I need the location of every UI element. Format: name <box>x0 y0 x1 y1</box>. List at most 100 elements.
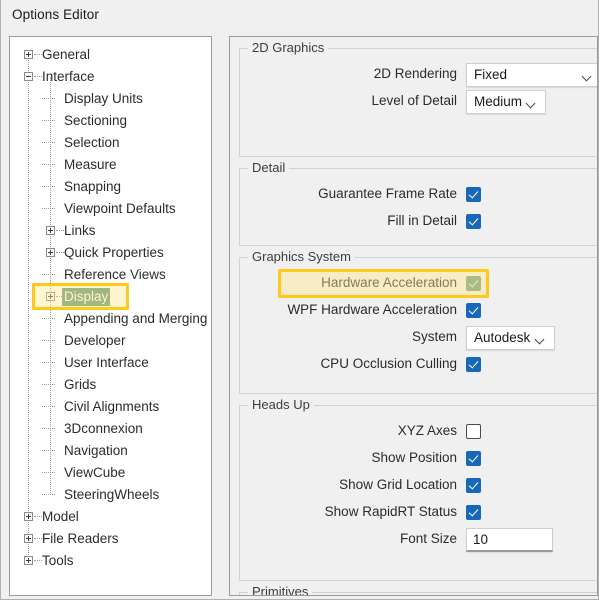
group-detail: Detail Guarantee Frame Rate Fill in Detail <box>239 160 598 246</box>
tree-item-general[interactable]: General <box>10 44 211 66</box>
tree-item-user-interface[interactable]: User Interface <box>10 352 211 374</box>
field-row: XYZ Axes <box>240 420 457 444</box>
group-graphics-system: Graphics System Hardware Acceleration WPF … <box>239 249 598 394</box>
group-heads-up: Heads Up XYZ Axes Show Position Show Grid L… <box>239 397 598 581</box>
tree-item-label: General <box>42 47 91 62</box>
tree-expand-icon[interactable] <box>24 50 33 59</box>
tree-connector-line <box>42 142 55 143</box>
tree-connector-line <box>42 450 55 451</box>
checkbox-show-grid-location[interactable] <box>466 478 481 493</box>
tree-item-file-readers[interactable]: File Readers <box>10 528 211 550</box>
tree-item-label: 3Dconnexion <box>64 421 143 436</box>
tree-item-label: Links <box>64 223 96 238</box>
field-label: Fill in Detail <box>387 213 457 228</box>
tree-item-interface[interactable]: Interface <box>10 66 211 88</box>
field-row: Show Grid Location <box>240 474 457 498</box>
checkbox-guarantee-frame-rate[interactable] <box>466 187 481 202</box>
tree-item-model[interactable]: Model <box>10 506 211 528</box>
tree-connector-line <box>42 472 55 473</box>
tree-connector-line <box>42 362 55 363</box>
checkbox-xyz-axes[interactable] <box>466 424 481 439</box>
tree-item-viewcube[interactable]: ViewCube <box>10 462 211 484</box>
checkbox-show-rapidrt-status[interactable] <box>466 505 481 520</box>
tree-item-quick-properties[interactable]: Quick Properties <box>10 242 211 264</box>
checkbox-wpf-hardware-acceleration[interactable] <box>466 303 481 318</box>
tree-item-label: Model <box>42 509 79 524</box>
tree-connector-line <box>42 428 55 429</box>
tree-item-links[interactable]: Links <box>10 220 211 242</box>
tree-item-viewpoint-defaults[interactable]: Viewpoint Defaults <box>10 198 211 220</box>
tree-item-label: Display Units <box>64 91 143 106</box>
tree-item-developer[interactable]: Developer <box>10 330 211 352</box>
tree-item-display-units[interactable]: Display Units <box>10 88 211 110</box>
tree-connector-line <box>42 318 55 319</box>
tree-connector-line <box>42 340 55 341</box>
field-label: Show Position <box>371 450 457 465</box>
tree-item-civil-alignments[interactable]: Civil Alignments <box>10 396 211 418</box>
dropdown-system[interactable]: Autodesk <box>466 326 555 350</box>
tree-item-reference-views[interactable]: Reference Views <box>10 264 211 286</box>
field-row: Show RapidRT Status <box>240 501 457 525</box>
field-label: 2D Rendering <box>373 66 457 81</box>
tree-connector-line <box>42 406 55 407</box>
tree-item-measure[interactable]: Measure <box>10 154 211 176</box>
tree-connector-line <box>42 98 55 99</box>
group-title: Primitives <box>248 584 313 595</box>
tree-item-label: Viewpoint Defaults <box>64 201 176 216</box>
tree-item-snapping[interactable]: Snapping <box>10 176 211 198</box>
checkbox-cpu-occlusion-culling[interactable] <box>466 357 481 372</box>
input-font-size[interactable]: 10 <box>466 528 553 552</box>
tree-expand-icon[interactable] <box>24 534 33 543</box>
group-title: Heads Up <box>248 397 314 412</box>
tree-item-sectioning[interactable]: Sectioning <box>10 110 211 132</box>
field-label: WPF Hardware Acceleration <box>287 302 457 317</box>
field-row: Fill in Detail <box>240 210 457 234</box>
tree-item-label: Reference Views <box>64 267 166 282</box>
field-row: Level of Detail <box>240 90 457 114</box>
tree-item-3dconnexion[interactable]: 3Dconnexion <box>10 418 211 440</box>
field-row: System <box>240 326 457 350</box>
tree-connector-line <box>42 384 55 385</box>
tree-connector-line <box>42 274 55 275</box>
field-label: Show Grid Location <box>339 477 457 492</box>
tree-item-navigation[interactable]: Navigation <box>10 440 211 462</box>
checkbox-fill-in-detail[interactable] <box>466 214 481 229</box>
tree-item-label: User Interface <box>64 355 149 370</box>
options-content-panel: 2D Graphics 2D Rendering Fixed Level of Det… <box>229 36 598 596</box>
field-row: CPU Occlusion Culling <box>240 353 457 377</box>
dropdown-value: Medium <box>474 94 523 109</box>
tree-collapse-icon[interactable] <box>24 72 33 81</box>
tree-expand-icon[interactable] <box>24 556 33 565</box>
chevron-down-icon[interactable] <box>527 100 535 108</box>
tree-item-display[interactable]: Display <box>10 286 211 308</box>
options-tree-panel[interactable]: General Interface Display Units Sectioning S… <box>9 36 212 596</box>
field-label: Guarantee Frame Rate <box>318 186 457 201</box>
window-titlebar: Options Editor <box>1 0 598 31</box>
tree-item-label: Quick Properties <box>64 245 164 260</box>
tree-item-tools[interactable]: Tools <box>10 550 211 572</box>
field-row: Font Size <box>240 528 457 552</box>
group-2d-graphics: 2D Graphics 2D Rendering Fixed Level of Det… <box>239 40 598 157</box>
tree-item-selection[interactable]: Selection <box>10 132 211 154</box>
field-row: WPF Hardware Acceleration <box>240 299 457 323</box>
tree-expand-icon[interactable] <box>46 248 55 257</box>
tree-connector-line <box>42 164 55 165</box>
dropdown-2d-rendering[interactable]: Fixed <box>466 63 598 87</box>
chevron-down-icon[interactable] <box>536 336 544 344</box>
options-editor-window: Options Editor General Interface Display U… <box>0 0 599 600</box>
tree-item-label: Appending and Merging <box>64 311 208 326</box>
group-primitives: Primitives <box>239 584 598 595</box>
tree-item-label: Navigation <box>64 443 128 458</box>
tree-item-grids[interactable]: Grids <box>10 374 211 396</box>
tree-item-steeringwheels[interactable]: SteeringWheels <box>10 484 211 506</box>
checkbox-show-position[interactable] <box>466 451 481 466</box>
tree-expand-icon[interactable] <box>46 292 55 301</box>
chevron-down-icon[interactable] <box>583 73 591 81</box>
field-row: Hardware Acceleration <box>240 272 457 296</box>
tree-expand-icon[interactable] <box>46 226 55 235</box>
dropdown-level-of-detail[interactable]: Medium <box>466 90 546 114</box>
tree-expand-icon[interactable] <box>24 512 33 521</box>
tree-item-label: Developer <box>64 333 126 348</box>
tree-item-appending-and-merging[interactable]: Appending and Merging <box>10 308 211 330</box>
checkbox-hardware-acceleration[interactable] <box>466 276 481 291</box>
